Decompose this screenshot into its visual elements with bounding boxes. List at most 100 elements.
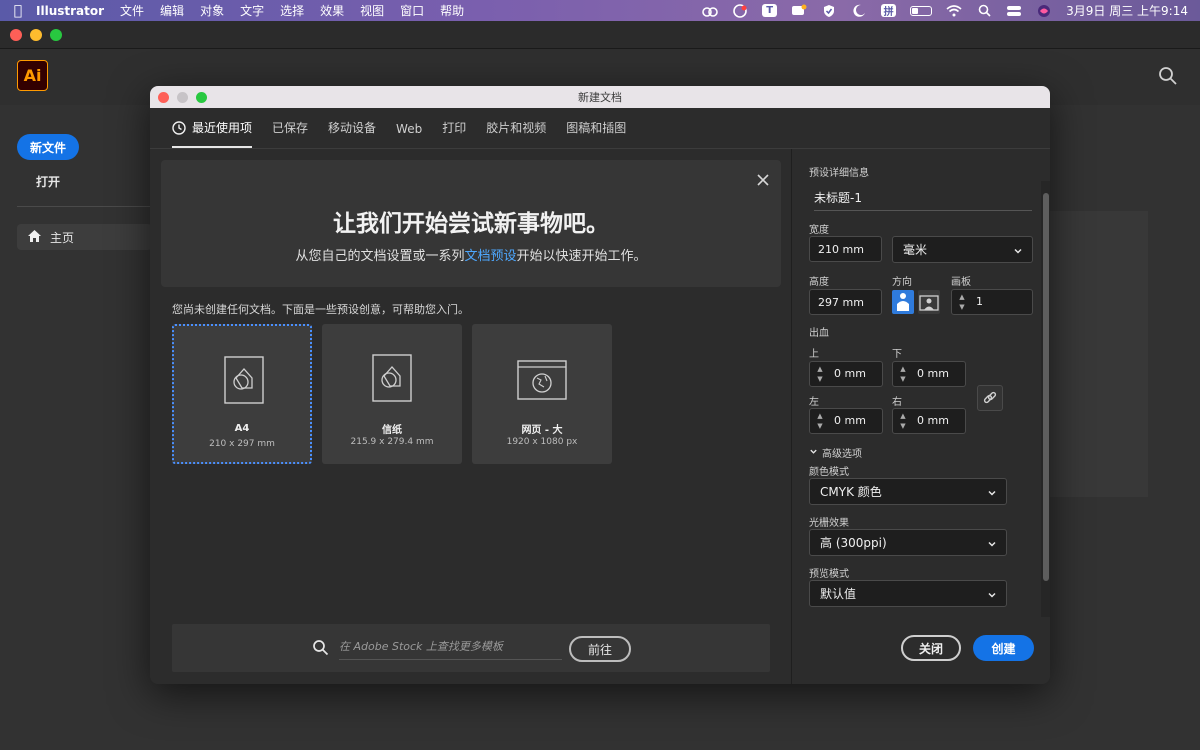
stepper-down-icon[interactable]: ▼	[817, 422, 822, 430]
shield-icon[interactable]	[821, 4, 837, 18]
raster-effects-select[interactable]: 高 (300ppi)	[809, 529, 1007, 556]
link-bleed-button[interactable]	[977, 385, 1003, 411]
t-badge-icon[interactable]: T	[762, 4, 778, 17]
banner-subtitle: 从您自己的文档设置或一系列文档预设开始以快速开始工作。	[161, 245, 781, 264]
artboards-label: 画板	[951, 277, 971, 288]
close-button[interactable]: 关闭	[901, 635, 961, 661]
wifi-icon[interactable]	[946, 4, 962, 18]
stepper-up-icon[interactable]: ▲	[900, 412, 905, 420]
sync-icon[interactable]	[732, 3, 748, 18]
menu-app-name[interactable]: Illustrator	[36, 4, 104, 18]
preset-letter[interactable]: 信纸 215.9 x 279.4 mm	[322, 324, 462, 464]
bleed-right-label: 右	[892, 397, 902, 408]
document-presets-link[interactable]: 文档预设	[464, 249, 516, 264]
stepper-down-icon[interactable]: ▼	[900, 422, 905, 430]
height-input[interactable]: 297 mm	[809, 289, 882, 315]
presets-notice: 您尚未创建任何文档。下面是一些预设创意，可帮助您入门。	[172, 303, 469, 316]
preset-a4[interactable]: A4 210 x 297 mm	[172, 324, 312, 464]
preview-mode-label: 预览模式	[809, 569, 849, 580]
window-zoom-button[interactable]	[50, 28, 62, 41]
stepper-up-icon[interactable]: ▲	[959, 293, 964, 301]
bleed-bottom-stepper[interactable]: ▲ ▼ 0 mm	[892, 361, 966, 387]
bleed-label: 出血	[809, 328, 829, 339]
menu-type[interactable]: 文字	[240, 2, 264, 19]
bleed-right-stepper[interactable]: ▲ ▼ 0 mm	[892, 408, 966, 434]
stepper-arrows[interactable]: ▲ ▼	[955, 293, 969, 311]
stepper-down-icon[interactable]: ▼	[817, 375, 822, 383]
tab-mobile[interactable]: 移动设备	[328, 119, 376, 148]
stock-go-button[interactable]: 前往	[569, 636, 631, 662]
tab-film-video[interactable]: 胶片和视频	[486, 119, 546, 148]
chevron-down-icon	[1013, 245, 1023, 255]
chevron-down-icon	[987, 538, 997, 548]
width-input[interactable]: 210 mm	[809, 236, 882, 262]
stock-search-input[interactable]: 在 Adobe Stock 上查找更多模板	[339, 636, 562, 660]
menu-file[interactable]: 文件	[120, 2, 144, 19]
adobe-stock-search: 在 Adobe Stock 上查找更多模板 前往	[172, 624, 770, 672]
window-close-button[interactable]	[10, 28, 22, 41]
stepper-down-icon[interactable]: ▼	[959, 303, 964, 311]
preview-mode-value: 默认值	[820, 587, 857, 601]
preset-web-large[interactable]: 网页 - 大 1920 x 1080 px	[472, 324, 612, 464]
artboards-value: 1	[976, 295, 983, 308]
tab-print[interactable]: 打印	[442, 119, 466, 148]
creative-cloud-icon[interactable]	[702, 4, 718, 18]
close-icon[interactable]	[756, 172, 770, 186]
unit-select[interactable]: 毫米	[892, 236, 1033, 263]
stepper-up-icon[interactable]: ▲	[817, 365, 822, 373]
preset-details-pane: 预设详细信息 未标题-1 宽度 210 mm 毫米 高度 方向 画板 297 m…	[791, 149, 1050, 684]
input-method-icon[interactable]: 拼	[881, 4, 897, 18]
bleed-left-stepper[interactable]: ▲ ▼ 0 mm	[809, 408, 883, 434]
stepper-up-icon[interactable]: ▲	[900, 365, 905, 373]
menu-effect[interactable]: 效果	[320, 2, 344, 19]
landscape-orientation-button[interactable]	[918, 290, 940, 314]
home-sidebar: 新文件 打开 主页	[0, 106, 152, 750]
sidebar-item-home[interactable]: 主页	[17, 224, 152, 250]
menu-window[interactable]: 窗口	[400, 2, 424, 19]
web-page-icon	[517, 360, 567, 400]
tab-web[interactable]: Web	[396, 122, 422, 148]
menu-view[interactable]: 视图	[360, 2, 384, 19]
portrait-orientation-button[interactable]	[892, 290, 914, 314]
preset-size: 210 x 297 mm	[209, 439, 275, 449]
stepper-arrows[interactable]: ▲ ▼	[813, 365, 827, 383]
menu-select[interactable]: 选择	[280, 2, 304, 19]
search-icon	[312, 639, 329, 656]
spotlight-search-icon[interactable]	[976, 4, 992, 18]
tab-art-illustration[interactable]: 图稿和插图	[566, 119, 626, 148]
open-button[interactable]: 打开	[36, 173, 60, 190]
tab-saved[interactable]: 已保存	[272, 119, 308, 148]
scrollbar-thumb[interactable]	[1043, 193, 1049, 581]
stepper-down-icon[interactable]: ▼	[900, 375, 905, 383]
stepper-arrows[interactable]: ▲ ▼	[896, 412, 910, 430]
tab-recent[interactable]: 最近使用项	[172, 119, 253, 148]
create-button[interactable]: 创建	[973, 635, 1034, 661]
advanced-options-toggle[interactable]: 高级选项	[809, 445, 862, 460]
color-mode-select[interactable]: CMYK 颜色	[809, 478, 1007, 505]
apple-icon[interactable]: 	[0, 3, 36, 19]
battery-icon[interactable]	[910, 5, 933, 16]
moon-icon[interactable]	[851, 4, 867, 18]
menu-help[interactable]: 帮助	[440, 2, 464, 19]
details-scrollbar[interactable]	[1041, 181, 1050, 617]
bleed-top-stepper[interactable]: ▲ ▼ 0 mm	[809, 361, 883, 387]
siri-icon[interactable]	[1036, 4, 1052, 18]
artboards-stepper[interactable]: ▲ ▼ 1	[951, 289, 1033, 315]
new-file-button[interactable]: 新文件	[17, 134, 79, 160]
window-minimize-button[interactable]	[30, 28, 42, 41]
preview-mode-select[interactable]: 默认值	[809, 580, 1007, 607]
clock-icon	[172, 120, 186, 135]
sidebar-divider	[17, 206, 152, 207]
menu-edit[interactable]: 编辑	[160, 2, 184, 19]
control-center-icon[interactable]	[1006, 4, 1022, 18]
message-icon[interactable]	[791, 4, 807, 18]
search-icon[interactable]	[1158, 66, 1178, 86]
menu-object[interactable]: 对象	[200, 2, 224, 19]
document-name-input[interactable]: 未标题-1	[814, 189, 1032, 211]
stepper-arrows[interactable]: ▲ ▼	[896, 365, 910, 383]
raster-effects-value: 高 (300ppi)	[820, 536, 887, 550]
stepper-arrows[interactable]: ▲ ▼	[813, 412, 827, 430]
menu-clock[interactable]: 3月9日 周三 上午9:14	[1066, 2, 1188, 19]
stepper-up-icon[interactable]: ▲	[817, 412, 822, 420]
menu-bar:  Illustrator 文件 编辑 对象 文字 选择 效果 视图 窗口 帮助…	[0, 0, 1200, 21]
